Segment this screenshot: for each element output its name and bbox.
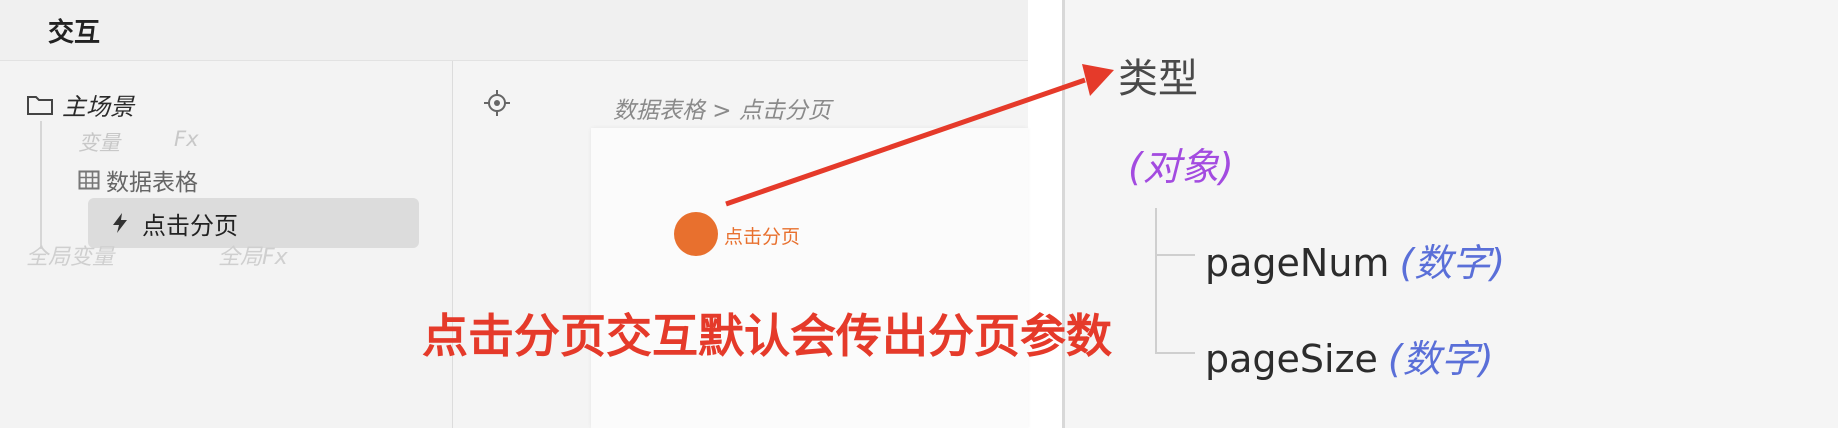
object-type-label: (对象) — [1128, 145, 1234, 189]
global-variable-label[interactable]: 全局变量 — [26, 239, 114, 271]
tree-item-click-pagination-label: 点击分页 — [142, 211, 238, 240]
param-branch-line — [1155, 254, 1195, 256]
tree-connector-line — [40, 121, 42, 249]
event-node[interactable] — [674, 212, 718, 256]
bolt-icon — [113, 213, 127, 233]
variable-label[interactable]: 变量 — [78, 127, 120, 157]
param-branch-line — [1155, 352, 1195, 354]
param-row-pagenum: pageNum (数字) — [1205, 232, 1505, 287]
header-bar: 交互 — [0, 0, 1028, 61]
preview-card — [591, 128, 1028, 428]
header-title: 交互 — [48, 18, 101, 48]
annotation-text: 点击分页交互默认会传出分页参数 — [422, 309, 1112, 363]
tree-root-main-scene[interactable]: 主场景 — [26, 87, 134, 122]
breadcrumb: 数据表格 > 点击分页 — [613, 98, 831, 124]
tree-item-data-table-label: 数据表格 — [106, 170, 198, 196]
param-name: pageSize — [1205, 337, 1378, 381]
target-icon[interactable] — [483, 89, 511, 117]
param-type: (数字) — [1387, 337, 1494, 381]
param-tree-line — [1155, 208, 1157, 354]
param-row-pagesize: pageSize (数字) — [1205, 328, 1494, 383]
fx-label[interactable]: Fx — [174, 127, 199, 151]
param-type: (数字) — [1399, 241, 1506, 285]
table-icon — [78, 170, 100, 190]
event-node-label: 点击分页 — [724, 226, 801, 248]
scene-tree-panel: 主场景 变量 Fx 数据表格 点击分页 全局变量 全局Fx — [0, 61, 453, 428]
tree-item-data-table[interactable]: 数据表格 — [78, 163, 198, 197]
type-title: 类型 — [1118, 56, 1198, 102]
folder-icon — [27, 95, 53, 115]
param-name: pageNum — [1205, 241, 1390, 285]
global-fx-label[interactable]: 全局Fx — [218, 239, 288, 271]
tree-root-label: 主场景 — [62, 93, 134, 121]
